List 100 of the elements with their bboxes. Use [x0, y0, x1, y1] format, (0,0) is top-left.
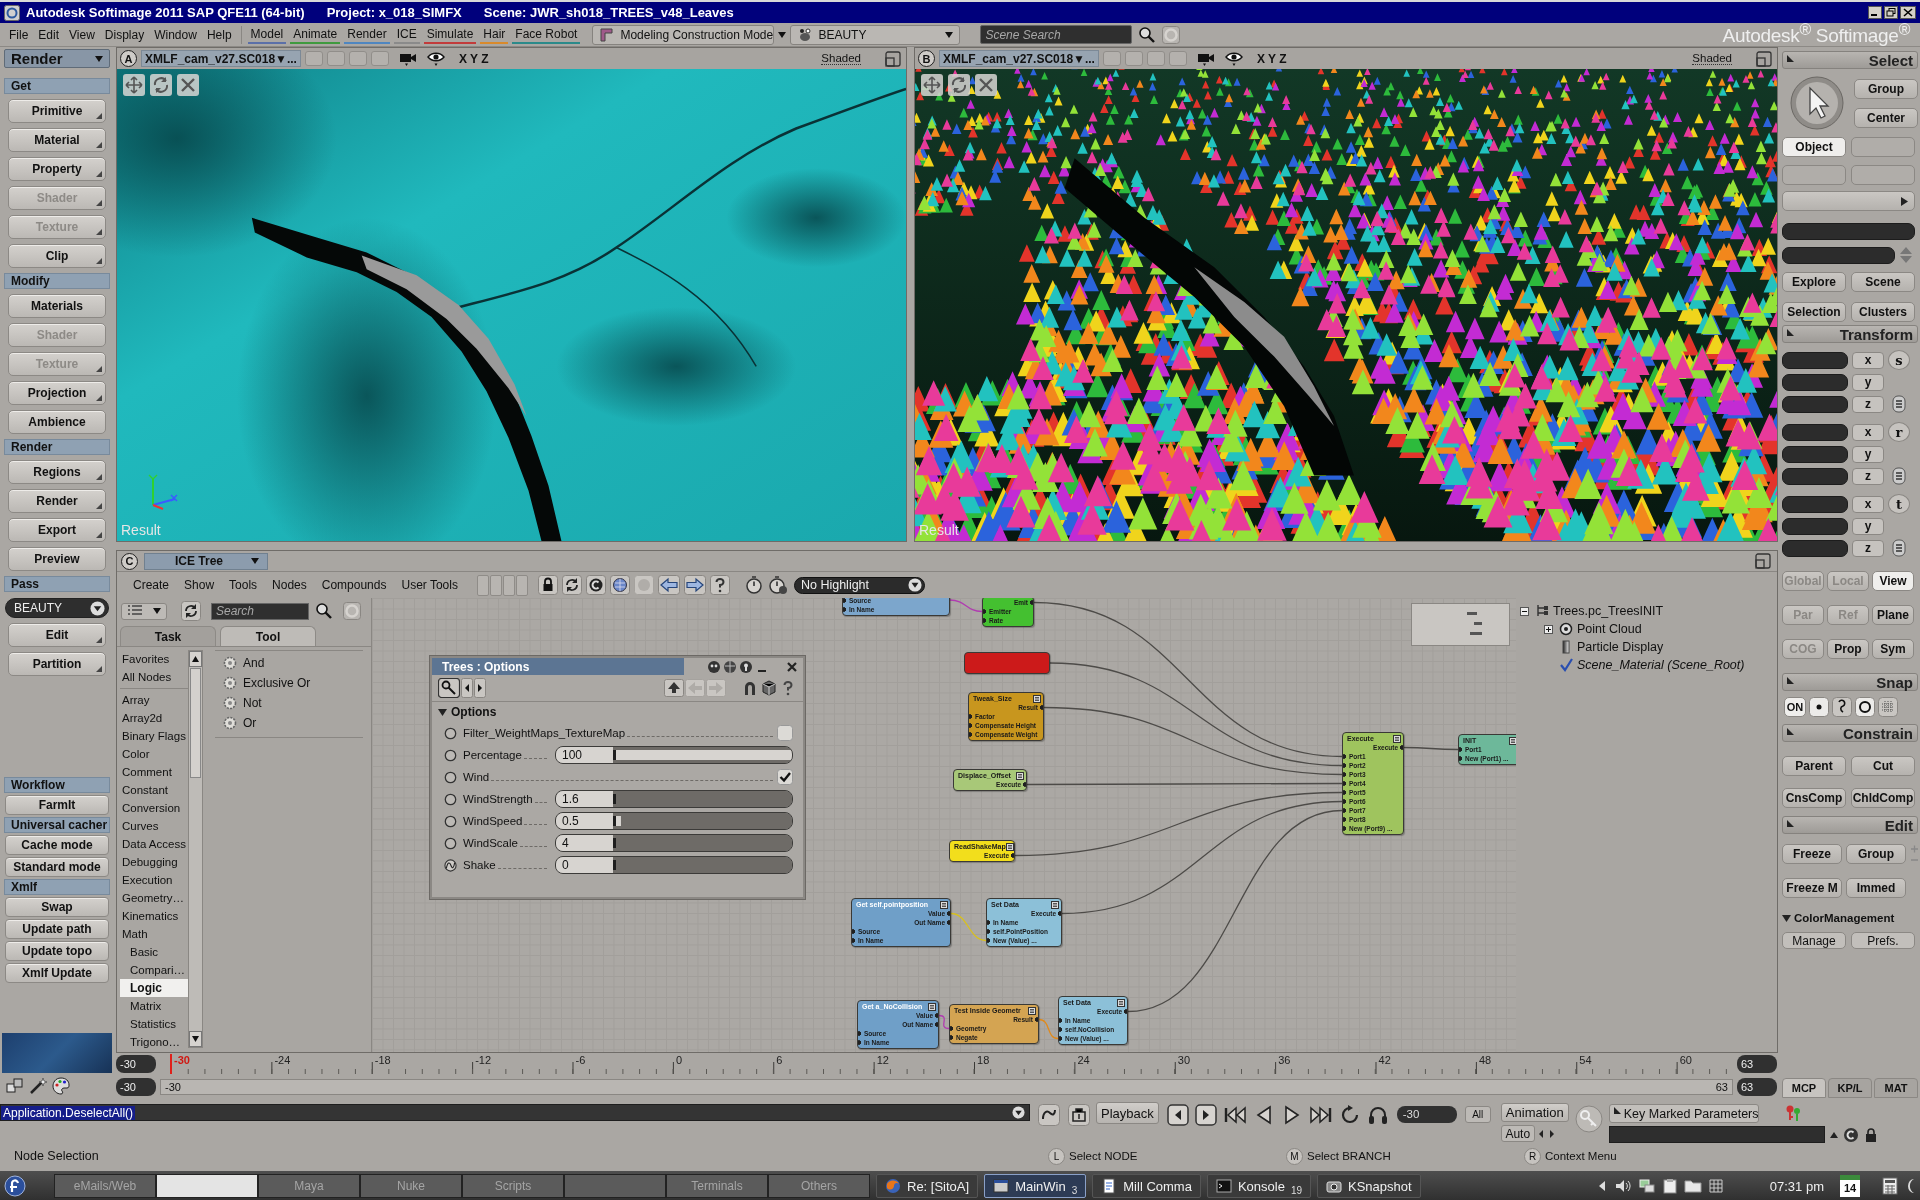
axis-toggle[interactable]: X Y Z [458, 51, 489, 66]
operator-button[interactable]: Immed [1846, 878, 1906, 898]
toolbar-button[interactable]: Update topo [5, 941, 109, 961]
cube-icon[interactable] [760, 679, 778, 697]
graph-node[interactable] [964, 652, 1050, 674]
menu-item[interactable]: Compounds [321, 578, 387, 592]
category-item[interactable]: Execution [120, 871, 188, 889]
speaker-icon[interactable] [1613, 1178, 1632, 1194]
menu-icon[interactable] [1033, 694, 1041, 703]
task-button[interactable]: MainWin 3 [984, 1174, 1087, 1198]
collapse-triangle-icon[interactable] [1787, 728, 1794, 735]
number-field[interactable]: 0 [556, 857, 613, 873]
display-mode-dropdown[interactable]: Shaded [821, 52, 861, 65]
node-list-item[interactable]: Not [243, 696, 262, 710]
toolbar-button[interactable]: FarmIt [5, 795, 109, 815]
category-item[interactable]: Logic [120, 979, 188, 997]
step-back-icon[interactable] [1166, 1104, 1189, 1126]
palette-icon[interactable] [51, 1076, 71, 1096]
toolbar-button[interactable]: Edit [8, 623, 106, 647]
scroll-down-icon[interactable] [189, 1031, 202, 1047]
number-field[interactable]: 4 [556, 835, 613, 851]
command-line-field[interactable]: Application.DeselectAll() [0, 1104, 1030, 1121]
collapse-triangle-icon[interactable] [1787, 55, 1794, 62]
toolbar-button[interactable]: Preview [8, 547, 106, 571]
scroll-up-icon[interactable] [189, 651, 202, 667]
axis-button[interactable]: y [1852, 517, 1884, 535]
circle-icon[interactable] [444, 814, 457, 828]
camera-dropdown[interactable]: XMLF_cam_v27.SC018▼... [141, 50, 301, 67]
module-menu[interactable]: Render [344, 25, 390, 44]
menu-item[interactable]: User Tools [401, 578, 458, 592]
calculator-icon[interactable] [1882, 1177, 1898, 1195]
cross-icon[interactable] [975, 74, 997, 96]
axis-button[interactable]: y [1852, 373, 1884, 391]
category-item[interactable]: Trigono… [120, 1033, 188, 1051]
calendar-date[interactable]: 14 [1840, 1175, 1860, 1197]
view-dropdown[interactable]: ICE Tree [144, 552, 268, 570]
expanded-triangle-icon[interactable] [1782, 914, 1791, 922]
padlock-icon[interactable] [537, 575, 558, 595]
operator-button[interactable]: Freeze [1782, 844, 1842, 864]
next-icon[interactable] [474, 678, 486, 698]
stopwatch-dot-icon[interactable] [767, 575, 788, 595]
close-icon[interactable] [1900, 6, 1916, 19]
menu-item[interactable]: Tools [229, 578, 258, 592]
task-button[interactable]: Konsole 19 [1206, 1174, 1311, 1198]
reference-mode-button[interactable]: View [1872, 571, 1914, 591]
menu-icon[interactable] [1028, 1006, 1036, 1015]
camera-dropdown[interactable]: XMLF_cam_v27.SC018▼... [939, 50, 1099, 67]
maximize-icon[interactable] [885, 50, 901, 67]
axis-button[interactable]: x [1852, 351, 1884, 369]
menu-item[interactable]: Nodes [272, 578, 307, 592]
graph-minimap[interactable] [1411, 603, 1510, 646]
collapse-icon[interactable] [1520, 606, 1529, 616]
menu-item[interactable]: Window [149, 26, 202, 43]
magnifier-icon[interactable] [438, 678, 460, 698]
refresh-icon[interactable] [181, 601, 201, 621]
scene-search-field[interactable]: Scene Search [980, 25, 1133, 44]
step-forward-icon[interactable] [1194, 1104, 1217, 1126]
clipboard-icon[interactable] [1661, 1178, 1678, 1194]
number-field[interactable]: 0.5 [556, 813, 613, 829]
category-item[interactable]: Conversion [120, 799, 188, 817]
toolbar-button[interactable]: Xmlf Update [5, 963, 109, 983]
transform-tool-button[interactable]: r [1888, 422, 1910, 442]
toolbar-button[interactable]: Projection [8, 381, 106, 405]
menu-item[interactable]: Show [184, 578, 215, 592]
panel-tab[interactable]: MAT [1874, 1078, 1918, 1098]
category-item[interactable]: Kinematics [120, 907, 188, 925]
module-menu[interactable]: Animate [290, 25, 341, 44]
display-mode-dropdown[interactable]: Shaded [1692, 52, 1732, 65]
menu-icon[interactable] [1117, 998, 1125, 1007]
stack-icon[interactable] [1892, 395, 1906, 413]
outliner-item[interactable]: Particle Display [1577, 640, 1664, 654]
node-list-item[interactable]: Or [243, 716, 257, 730]
globe-icon[interactable] [609, 575, 630, 595]
circle-icon[interactable] [444, 748, 457, 762]
stack-icon[interactable] [1892, 467, 1906, 485]
axis-button[interactable]: x [1852, 495, 1884, 513]
toolbar-button[interactable]: Export [8, 518, 106, 542]
circular-arrows-icon[interactable] [948, 74, 970, 96]
network-icon[interactable] [1637, 1178, 1656, 1194]
start-menu-icon[interactable] [4, 1175, 26, 1197]
category-item[interactable]: Basic [120, 943, 188, 961]
grid-icon[interactable] [1707, 1178, 1724, 1194]
toolbar-button[interactable]: Regions [8, 460, 106, 484]
menu-icon[interactable] [928, 1002, 936, 1011]
search-icon[interactable] [1138, 25, 1157, 44]
cubes-icon[interactable] [5, 1076, 25, 1096]
end-frame-field[interactable]: 63 [1737, 1055, 1777, 1073]
stopwatch-icon[interactable] [743, 575, 764, 595]
category-item[interactable]: Geometry… [120, 889, 188, 907]
axis-button[interactable]: y [1852, 445, 1884, 463]
search-icon[interactable] [315, 602, 333, 620]
forward-arrow-icon[interactable] [683, 575, 706, 595]
toolbar-button[interactable]: Partition [8, 652, 106, 676]
menu-item[interactable]: Edit [33, 26, 65, 43]
circle-icon[interactable] [444, 836, 457, 850]
category-item[interactable]: Debugging [120, 853, 188, 871]
constrain-button[interactable]: CnsComp [1782, 788, 1846, 808]
circle-icon[interactable] [444, 726, 457, 740]
toolbar-button[interactable]: Property [8, 157, 106, 181]
wave-icon[interactable] [1038, 1104, 1060, 1126]
